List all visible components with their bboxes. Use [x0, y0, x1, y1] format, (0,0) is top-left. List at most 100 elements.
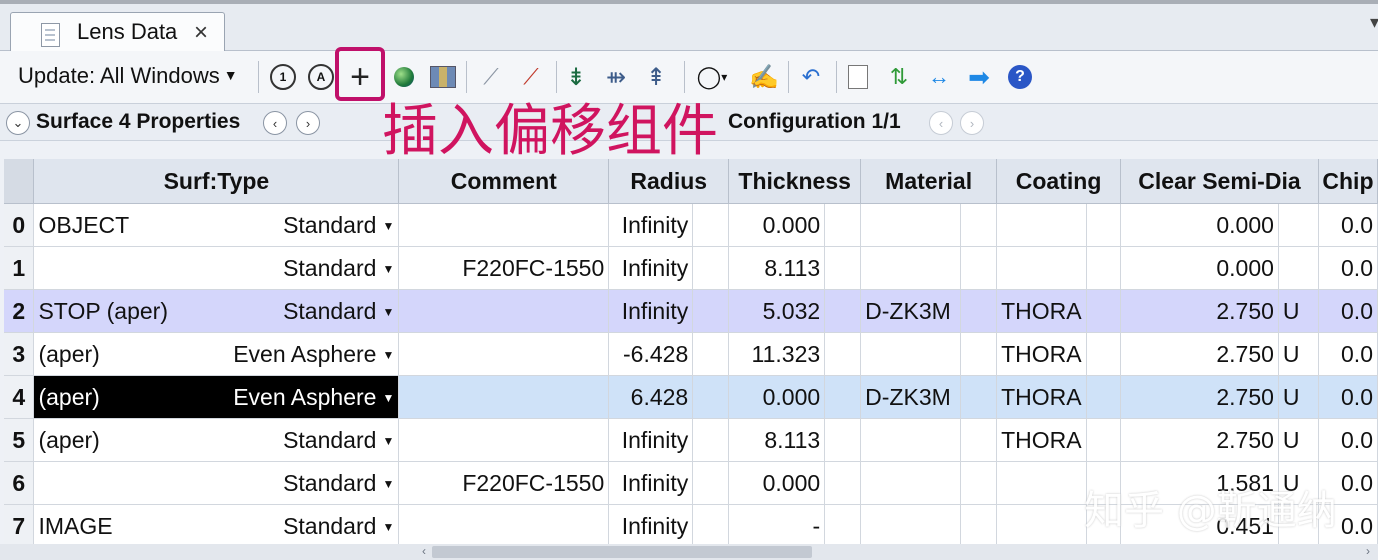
- semi-dia-solve-cell[interactable]: U: [1278, 289, 1319, 333]
- material-solve-cell[interactable]: [960, 418, 998, 462]
- radius-cell[interactable]: Infinity: [608, 504, 694, 544]
- column-header[interactable]: Radius: [608, 159, 730, 204]
- radius-cell[interactable]: -6.428: [608, 332, 694, 376]
- material-solve-cell[interactable]: [960, 332, 998, 376]
- radius-solve-cell[interactable]: [692, 375, 730, 419]
- radius-solve-cell[interactable]: [692, 332, 730, 376]
- material-solve-cell[interactable]: [960, 246, 998, 290]
- comment-cell[interactable]: F220FC-1550: [398, 461, 610, 505]
- material-solve-cell[interactable]: [960, 203, 998, 247]
- chip-cell[interactable]: 0.0: [1318, 203, 1378, 247]
- reverse-elements-icon[interactable]: ⇻: [602, 61, 630, 93]
- table-row[interactable]: 4 (aper) Even Asphere ▼ 6.428 0.000 D-ZK3M THOR…: [4, 375, 1378, 419]
- surf-type-cell[interactable]: IMAGE Standard ▼: [33, 504, 400, 544]
- material-cell[interactable]: [860, 203, 962, 247]
- table-row[interactable]: 3 (aper) Even Asphere ▼ -6.428 11.323 THORA 2.7…: [4, 332, 1378, 376]
- table-row[interactable]: 6 Standard ▼ F220FC-1550 Infinity 0.000 1.581 U…: [4, 461, 1378, 505]
- add-coordinate-break-icon[interactable]: ⟋: [476, 61, 506, 93]
- radius-solve-cell[interactable]: [692, 461, 730, 505]
- thickness-solve-cell[interactable]: [824, 504, 862, 544]
- comment-cell[interactable]: F220FC-1550: [398, 246, 610, 290]
- page-icon[interactable]: [844, 61, 872, 93]
- semi-dia-solve-cell[interactable]: U: [1278, 418, 1319, 462]
- thickness-solve-cell[interactable]: [824, 246, 862, 290]
- coating-cell[interactable]: [996, 504, 1088, 544]
- thickness-solve-cell[interactable]: [824, 289, 862, 333]
- tilt-decenter-icon[interactable]: ⇟: [562, 61, 590, 93]
- clear-semi-dia-cell[interactable]: 0.000: [1120, 246, 1279, 290]
- coating-solve-cell[interactable]: [1086, 332, 1122, 376]
- coating-solve-cell[interactable]: [1086, 461, 1122, 505]
- table-row[interactable]: 1 Standard ▼ F220FC-1550 Infinity 8.113 0.000 0…: [4, 246, 1378, 290]
- thickness-cell[interactable]: 0.000: [728, 203, 826, 247]
- chip-cell[interactable]: 0.0: [1318, 246, 1378, 290]
- expand-properties-icon[interactable]: ⌄: [6, 111, 30, 135]
- semi-dia-solve-cell[interactable]: U: [1278, 461, 1319, 505]
- radius-cell[interactable]: Infinity: [608, 246, 694, 290]
- surf-type-cell[interactable]: (aper) Even Asphere ▼: [33, 375, 400, 419]
- comment-cell[interactable]: [398, 418, 610, 462]
- coating-cell[interactable]: [996, 461, 1088, 505]
- row-index[interactable]: 4: [4, 375, 35, 419]
- surface-type-dropdown[interactable]: Standard ▼: [283, 212, 394, 239]
- row-index[interactable]: 6: [4, 461, 35, 505]
- coating-cell[interactable]: THORA: [996, 418, 1088, 462]
- surface-type-dropdown[interactable]: Standard ▼: [283, 255, 394, 282]
- comment-cell[interactable]: [398, 504, 610, 544]
- close-icon[interactable]: ×: [194, 19, 208, 47]
- column-header[interactable]: Material: [860, 159, 998, 204]
- chip-cell[interactable]: 0.0: [1318, 289, 1378, 333]
- surf-type-cell[interactable]: (aper) Even Asphere ▼: [33, 332, 400, 376]
- row-index[interactable]: 5: [4, 418, 35, 462]
- update-dropdown[interactable]: Update: All Windows ▼: [18, 63, 238, 89]
- column-header[interactable]: Thickness: [728, 159, 862, 204]
- horizontal-scrollbar[interactable]: ‹ ›: [0, 544, 1378, 560]
- globe-icon[interactable]: [390, 61, 418, 93]
- coating-cell[interactable]: THORA: [996, 375, 1088, 419]
- radius-cell[interactable]: 6.428: [608, 375, 694, 419]
- thickness-solve-cell[interactable]: [824, 375, 862, 419]
- column-header[interactable]: Comment: [398, 159, 610, 204]
- clear-semi-dia-cell[interactable]: 2.750: [1120, 375, 1279, 419]
- row-index[interactable]: 1: [4, 246, 35, 290]
- swap-arrows-icon[interactable]: ⇅: [884, 61, 914, 93]
- coating-solve-cell[interactable]: [1086, 375, 1122, 419]
- material-cell[interactable]: [860, 504, 962, 544]
- surface-type-dropdown[interactable]: Standard ▼: [283, 513, 394, 540]
- previous-config-button[interactable]: ‹: [929, 111, 953, 135]
- clear-semi-dia-cell[interactable]: 2.750: [1120, 289, 1279, 333]
- comment-cell[interactable]: [398, 332, 610, 376]
- coating-cell[interactable]: [996, 246, 1088, 290]
- material-cell[interactable]: [860, 246, 962, 290]
- go-right-icon[interactable]: ➡: [962, 61, 996, 93]
- table-row[interactable]: 2 STOP (aper) Standard ▼ Infinity 5.032 D-ZK3M…: [4, 289, 1378, 333]
- thickness-solve-cell[interactable]: [824, 203, 862, 247]
- material-solve-cell[interactable]: [960, 504, 998, 544]
- column-header[interactable]: Surf:Type: [33, 159, 400, 204]
- thickness-solve-cell[interactable]: [824, 332, 862, 376]
- coating-solve-cell[interactable]: [1086, 504, 1122, 544]
- table-row[interactable]: 0 OBJECT Standard ▼ Infinity 0.000 0.000 0.0: [4, 203, 1378, 247]
- radius-cell[interactable]: Infinity: [608, 461, 694, 505]
- surf-type-cell[interactable]: Standard ▼: [33, 246, 400, 290]
- column-header[interactable]: Clear Semi-Dia: [1120, 159, 1319, 204]
- thickness-cell[interactable]: 0.000: [728, 461, 826, 505]
- remove-coordinate-break-icon[interactable]: ⟋: [516, 61, 546, 93]
- scroll-right-icon[interactable]: ›: [1366, 544, 1370, 558]
- coating-solve-cell[interactable]: [1086, 289, 1122, 333]
- surf-type-cell[interactable]: (aper) Standard ▼: [33, 418, 400, 462]
- help-icon[interactable]: ?: [1004, 61, 1036, 93]
- clear-semi-dia-cell[interactable]: 2.750: [1120, 418, 1279, 462]
- coating-cell[interactable]: THORA: [996, 332, 1088, 376]
- coating-cell[interactable]: [996, 203, 1088, 247]
- semi-dia-solve-cell[interactable]: U: [1278, 332, 1319, 376]
- surface-type-dropdown[interactable]: Standard ▼: [283, 427, 394, 454]
- thickness-cell[interactable]: 0.000: [728, 375, 826, 419]
- undo-icon[interactable]: ↶: [796, 61, 826, 93]
- surface-type-dropdown[interactable]: Standard ▼: [283, 470, 394, 497]
- row-index[interactable]: 3: [4, 332, 35, 376]
- table-row[interactable]: 7 IMAGE Standard ▼ Infinity - 0.451 0.0: [4, 504, 1378, 544]
- corner-cell[interactable]: [4, 159, 35, 204]
- row-index[interactable]: 0: [4, 203, 35, 247]
- semi-dia-solve-cell[interactable]: [1278, 504, 1319, 544]
